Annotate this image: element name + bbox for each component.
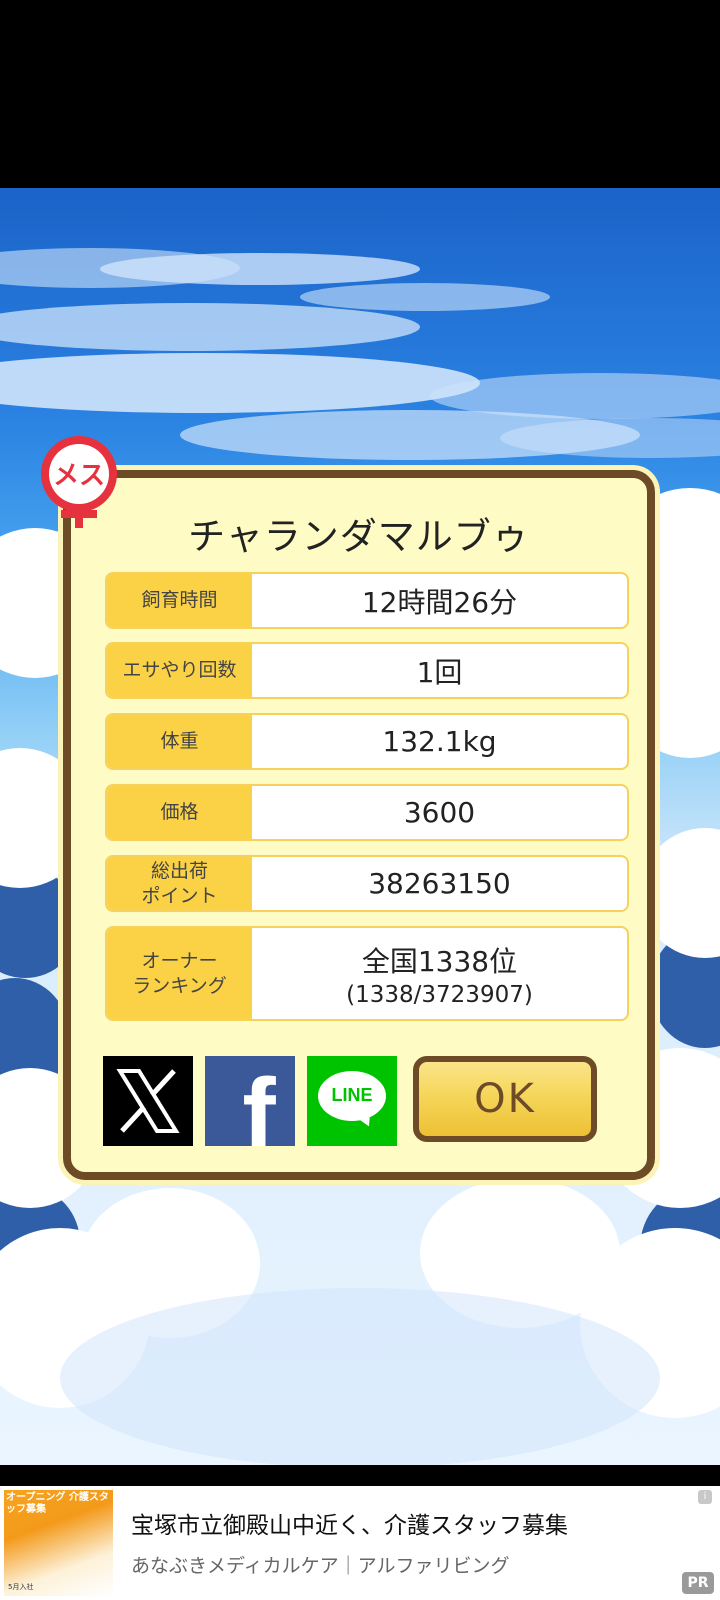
stat-row-breeding-time: 飼育時間 12時間26分 (105, 572, 629, 629)
stat-row-price: 価格 3600 (105, 784, 629, 841)
ad-pr-badge: PR (682, 1572, 714, 1594)
x-logo-icon (116, 1069, 180, 1133)
stat-label: 価格 (107, 786, 252, 839)
share-line-button[interactable]: LINE (307, 1056, 397, 1146)
female-badge-icon: メス (41, 436, 117, 528)
share-x-button[interactable] (103, 1056, 193, 1146)
stat-label: オーナー ランキング (107, 928, 252, 1019)
stat-value: 全国1338位 (361, 944, 518, 978)
stat-value: 1回 (416, 655, 463, 689)
stat-row-shipment-points: 総出荷 ポイント 38263150 (105, 855, 629, 912)
stat-label: 体重 (107, 715, 252, 768)
line-logo-icon: LINE (318, 1071, 386, 1131)
stat-value: 132.1kg (382, 725, 497, 758)
facebook-logo-icon: f (242, 1058, 276, 1146)
pig-info-dialog: チャランダマルブゥ 飼育時間 12時間26分 エサやり回数 1回 体重 132.… (63, 470, 655, 1180)
ranking-detail: (1338/3723907) (346, 981, 533, 1008)
stat-label: 総出荷 ポイント (107, 857, 252, 910)
ad-title[interactable]: 宝塚市立御殿山中近く、介護スタッフ募集 (131, 1506, 568, 1540)
ad-description[interactable]: あなぶきメディカルケア｜アルファリビング (131, 1551, 509, 1578)
stat-value: 12時間26分 (361, 585, 518, 619)
ok-button[interactable]: OK (413, 1056, 597, 1142)
share-facebook-button[interactable]: f (205, 1056, 295, 1146)
stat-row-owner-ranking: オーナー ランキング 全国1338位 (1338/3723907) (105, 926, 629, 1021)
svg-text:メス: メス (53, 461, 105, 491)
stat-value: 3600 (403, 796, 476, 829)
ad-info-icon[interactable]: i (698, 1490, 712, 1504)
stat-label: 飼育時間 (107, 574, 252, 627)
ad-image[interactable]: オープニング 介護スタッフ募集 5月入社 (4, 1490, 113, 1596)
stat-value: 38263150 (368, 867, 511, 900)
ad-banner[interactable]: オープニング 介護スタッフ募集 5月入社 宝塚市立御殿山中近く、介護スタッフ募集… (0, 1486, 720, 1600)
pig-name: チャランダマルブゥ (188, 515, 530, 558)
stat-row-weight: 体重 132.1kg (105, 713, 629, 770)
stat-label: エサやり回数 (107, 644, 252, 697)
stat-row-feed-count: エサやり回数 1回 (105, 642, 629, 699)
